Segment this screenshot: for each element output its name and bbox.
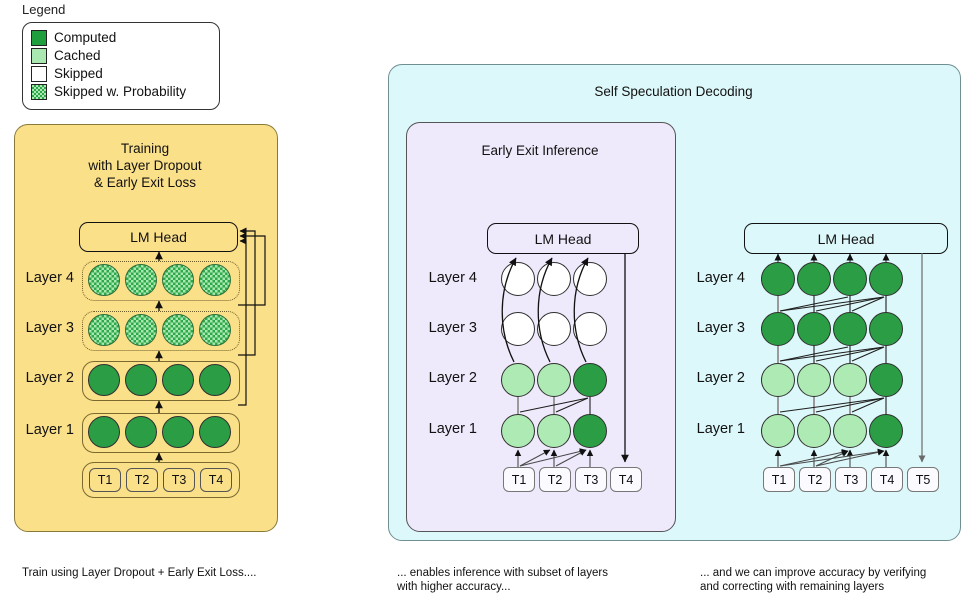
- training-caption: Train using Layer Dropout + Early Exit L…: [22, 567, 257, 579]
- early-exit-node-l2-t3: [573, 363, 607, 397]
- early-exit-layer-label-4: Layer 4: [428, 270, 477, 286]
- verification-node-l3-t3: [833, 312, 867, 346]
- early-exit-node-l1-t2: [537, 414, 571, 448]
- verification-token-t2: T2: [799, 467, 831, 492]
- verification-lm-head: LM Head: [744, 223, 948, 254]
- training-title-line3: & Early Exit Loss: [93, 175, 197, 190]
- training-node-l1-t3: [162, 416, 194, 448]
- training-title-line1: Training: [120, 141, 170, 156]
- training-node-l2-t2: [125, 364, 157, 396]
- verification-layer-label-2: Layer 2: [696, 370, 745, 386]
- early-exit-node-l4-t2: [537, 262, 571, 296]
- legend-item-label: Skipped w. Probability: [54, 84, 187, 99]
- verification-token-t3: T3: [835, 467, 867, 492]
- verification-node-l3-t2: [797, 312, 831, 346]
- legend-item-computed: Computed: [31, 29, 219, 47]
- early-exit-node-l3-t2: [537, 312, 571, 346]
- training-layer-label-1: Layer 1: [25, 422, 74, 438]
- training-node-l1-t2: [125, 416, 157, 448]
- training-node-l3-t1: [88, 314, 120, 346]
- training-node-l1-t4: [199, 416, 231, 448]
- verification-node-l2-t1: [761, 363, 795, 397]
- training-node-l3-t2: [125, 314, 157, 346]
- verification-caption-line2: and correcting with remaining layers: [700, 581, 885, 593]
- verification-node-l1-t2: [797, 414, 831, 448]
- verification-token-t5: T5: [907, 467, 939, 492]
- training-node-l2-t3: [162, 364, 194, 396]
- early-exit-caption: ... enables inference with subset of lay…: [397, 566, 657, 594]
- self-speculation-decoding-title: Self Speculation Decoding: [594, 84, 753, 99]
- early-exit-node-l4-t1: [501, 262, 535, 296]
- verification-node-l3-t4: [869, 312, 903, 346]
- training-node-l4-t2: [125, 264, 157, 296]
- training-layer-label-4: Layer 4: [25, 270, 74, 286]
- legend-item-label: Cached: [54, 48, 101, 63]
- training-token-t3: T3: [163, 468, 195, 492]
- early-exit-node-l2-t1: [501, 363, 535, 397]
- training-token-t2: T2: [126, 468, 158, 492]
- verification-token-t1: T1: [763, 467, 795, 492]
- skipped-swatch: [31, 66, 47, 82]
- early-exit-token-t1: T1: [503, 467, 535, 492]
- verification-node-l4-t4: [869, 262, 903, 296]
- early-exit-caption-line1: ... enables inference with subset of lay…: [397, 567, 608, 579]
- legend-item-cached: Cached: [31, 47, 219, 65]
- verification-token-t4: T4: [871, 467, 903, 492]
- training-title-line2: with Layer Dropout: [88, 158, 202, 173]
- computed-swatch: [31, 30, 47, 46]
- early-exit-node-l3-t1: [501, 312, 535, 346]
- verification-layer-label-3: Layer 3: [696, 320, 745, 336]
- legend-item-label: Skipped: [54, 66, 103, 81]
- training-token-t4: T4: [200, 468, 232, 492]
- training-node-l2-t4: [199, 364, 231, 396]
- verification-layer-label-1: Layer 1: [696, 421, 745, 437]
- training-layer-label-3: Layer 3: [25, 320, 74, 336]
- verification-node-l4-t1: [761, 262, 795, 296]
- legend-item-label: Computed: [54, 30, 117, 45]
- verification-caption: ... and we can improve accuracy by verif…: [700, 566, 970, 594]
- training-lm-head: LM Head: [79, 222, 238, 252]
- verification-node-l1-t4: [869, 414, 903, 448]
- legend-box: Computed Cached Skipped Skipped w. Proba…: [22, 22, 220, 110]
- skipped-probability-swatch: [31, 84, 47, 100]
- early-exit-layer-label-3: Layer 3: [428, 320, 477, 336]
- legend-item-skipped: Skipped: [31, 65, 219, 83]
- verification-node-l1-t1: [761, 414, 795, 448]
- legend-item-skipped-probability: Skipped w. Probability: [31, 83, 219, 101]
- cached-swatch: [31, 48, 47, 64]
- training-node-l2-t1: [88, 364, 120, 396]
- training-token-t1: T1: [89, 468, 121, 492]
- training-node-l3-t3: [162, 314, 194, 346]
- training-panel-title: Training with Layer Dropout & Early Exit…: [14, 140, 276, 191]
- early-exit-token-t3: T3: [575, 467, 607, 492]
- verification-node-l2-t4: [869, 363, 903, 397]
- training-layer-label-2: Layer 2: [25, 370, 74, 386]
- training-node-l4-t1: [88, 264, 120, 296]
- early-exit-layer-label-2: Layer 2: [428, 370, 477, 386]
- early-exit-token-t2: T2: [539, 467, 571, 492]
- verification-node-l4-t2: [797, 262, 831, 296]
- training-node-l1-t1: [88, 416, 120, 448]
- verification-node-l2-t3: [833, 363, 867, 397]
- early-exit-caption-line2: with higher accuracy...: [397, 581, 511, 593]
- training-node-l4-t4: [199, 264, 231, 296]
- verification-node-l3-t1: [761, 312, 795, 346]
- verification-layer-label-4: Layer 4: [696, 270, 745, 286]
- verification-caption-line1: ... and we can improve accuracy by verif…: [700, 567, 927, 579]
- early-exit-lm-head: LM Head: [487, 223, 639, 254]
- early-exit-token-t4: T4: [610, 467, 642, 492]
- early-exit-node-l1-t3: [573, 414, 607, 448]
- early-exit-node-l3-t3: [573, 312, 607, 346]
- legend-title: Legend: [22, 2, 66, 17]
- early-exit-node-l2-t2: [537, 363, 571, 397]
- early-exit-node-l4-t3: [573, 262, 607, 296]
- early-exit-node-l1-t1: [501, 414, 535, 448]
- early-exit-inference-title: Early Exit Inference: [481, 143, 599, 158]
- training-node-l3-t4: [199, 314, 231, 346]
- verification-node-l1-t3: [833, 414, 867, 448]
- verification-node-l2-t2: [797, 363, 831, 397]
- verification-node-l4-t3: [833, 262, 867, 296]
- training-node-l4-t3: [162, 264, 194, 296]
- early-exit-layer-label-1: Layer 1: [428, 421, 477, 437]
